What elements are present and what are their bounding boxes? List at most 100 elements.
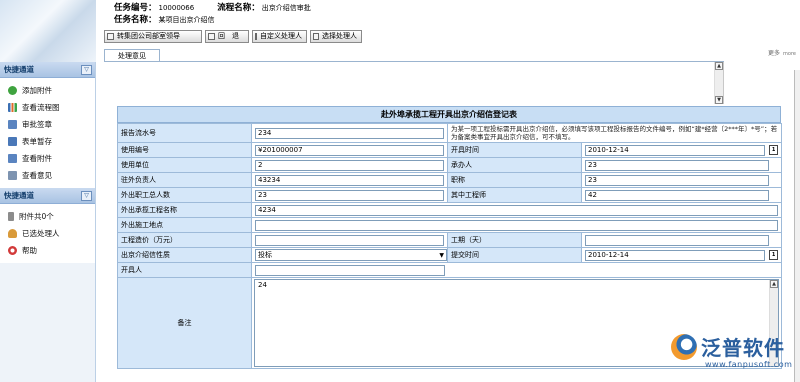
collapse-chevron-icon[interactable]: ▽ [81,190,92,201]
nav-item-add-attachment[interactable]: 添加附件 [0,82,95,99]
brand-logo-icon [671,334,697,360]
more-link[interactable]: 更多 more [768,48,796,57]
custom-handler-button[interactable]: 自定义处理人 [252,30,307,43]
task-no-value: 10000066 [158,4,195,12]
flow-name-value: 出京介绍信审批 [261,4,311,12]
use-no-input[interactable]: ¥201000007 [255,144,444,156]
nav-item-label: 附件共0个 [19,212,54,221]
report-no-label: 报告流水号 [117,123,252,143]
add-attachment-icon [8,86,17,95]
watermark: 泛普软件 www.fanpusoft.com [665,326,800,382]
nav-item-label: 查看意见 [22,171,52,180]
nav-item-label: 审批签章 [22,120,52,129]
quick-access-list-2: 附件共0个 已选处理人 帮助 [0,204,95,263]
project-cost-label: 工程造价（万元） [117,232,252,248]
opinion-scrollbar[interactable]: ▲ ▼ [714,62,723,104]
nav-item-selected-handlers[interactable]: 已选处理人 [0,225,95,242]
issuer-input[interactable] [255,264,445,276]
nav-item-help[interactable]: 帮助 [0,242,95,259]
nav-item-label: 已选处理人 [22,229,60,238]
task-info: 任务编号： 10000066 流程名称： 出京介绍信审批 任务名称： 某项目出京介绍信 [114,2,311,26]
handler-input[interactable]: 23 [585,159,769,171]
resident-lead-input[interactable]: 43234 [255,174,444,186]
calendar-icon[interactable]: 1 [769,145,778,155]
letter-nature-select[interactable]: 投标 ▼ [255,249,447,261]
scroll-down-icon[interactable]: ▼ [715,96,723,104]
custom-handler-label: 自定义处理人 [260,32,302,40]
title-input[interactable]: 23 [585,174,769,186]
nav-item-view-opinions[interactable]: 查看意见 [0,167,95,184]
help-icon [8,246,17,255]
construction-site-label: 外出施工地点 [117,217,252,233]
letter-nature-value: 投标 [258,251,272,259]
letter-nature-label: 出京介绍信性质 [117,247,252,263]
duration-input[interactable] [585,234,769,246]
task-name-label: 任务名称： [114,15,157,25]
nav-item-view-attachments[interactable]: 查看附件 [0,150,95,167]
calendar-icon[interactable]: 1 [769,250,778,260]
quick-access-title-2: 快捷通道 [4,191,34,200]
custom-handler-icon [255,33,257,40]
task-no-label: 任务编号： [114,3,157,13]
forward-to-leader-button[interactable]: 转集团公司部室领导 [104,30,202,43]
brand-url: www.fanpusoft.com [705,360,793,369]
handler-label: 承办人 [447,157,582,173]
issuer-label: 开具人 [117,262,252,278]
opinion-textarea[interactable]: ▲ ▼ [104,62,724,104]
nav-item-label: 表单暂存 [22,137,52,146]
nav-item-label: 添加附件 [22,86,52,95]
more-label: 更多 [768,50,781,57]
project-name-input[interactable]: 4234 [255,204,778,216]
staff-count-label: 外出职工总人数 [117,187,252,203]
construction-site-input[interactable] [255,219,778,231]
report-no-input[interactable]: 234 [255,127,444,139]
project-name-label: 外出承揽工程名称 [117,202,252,218]
resident-lead-label: 驻外负责人 [117,172,252,188]
nav-item-view-flowchart[interactable]: 查看流程图 [0,99,95,116]
submit-time-input[interactable]: 2010-12-14 [585,249,766,261]
brand-name: 泛普软件 [701,336,785,360]
app-logo [0,0,96,62]
remark-label: 备注 [117,277,252,369]
start-time-input[interactable]: 2010-12-14 [585,144,766,156]
forward-label: 转集团公司部室领导 [117,32,180,40]
quick-access-header[interactable]: 快捷通道 ▽ [0,62,95,78]
select-handler-icon [313,33,319,40]
engineers-input[interactable]: 42 [585,189,769,201]
scroll-up-icon[interactable]: ▲ [770,280,778,288]
flow-name-label: 流程名称： [217,3,260,13]
task-name-value: 某项目出京介绍信 [158,16,215,24]
action-toolbar: 转集团公司部室领导 回 退 自定义处理人 选择处理人 [104,30,362,44]
use-no-label: 使用编号 [117,142,252,158]
select-handler-button[interactable]: 选择处理人 [310,30,362,43]
save-icon [8,137,17,146]
nav-item-approval-seal[interactable]: 审批签章 [0,116,95,133]
project-cost-input[interactable] [255,234,444,246]
more-key: more [783,51,796,57]
nav-item-label: 查看附件 [22,154,52,163]
form-title: 赴外埠承揽工程开具出京介绍信登记表 [117,106,781,123]
return-icon [208,33,215,40]
remark-value: 24 [258,281,267,289]
quick-access-list: 添加附件 查看流程图 审批签章 表单暂存 查看附件 查看意见 [0,78,95,188]
use-unit-input[interactable]: 2 [255,159,444,171]
nav-item-label: 查看流程图 [22,103,60,112]
quick-access-header-2[interactable]: 快捷通道 ▽ [0,188,95,204]
use-unit-label: 使用单位 [117,157,252,173]
left-nav: 快捷通道 ▽ 添加附件 查看流程图 审批签章 表单暂存 查看附件 查看意见 快捷… [0,62,96,382]
report-no-note: 为某一项工程投标需开具出京介绍信，必须填写该项工程投标报告的文件编号，例如“建*… [451,125,778,141]
collapse-chevron-icon[interactable]: ▽ [81,64,92,75]
return-label: 回 退 [218,32,239,40]
return-button[interactable]: 回 退 [205,30,249,43]
dropdown-arrow-icon[interactable]: ▼ [439,252,444,259]
staff-count-input[interactable]: 23 [255,189,444,201]
nav-item-attachment-count[interactable]: 附件共0个 [0,208,95,225]
flowchart-icon [8,103,17,112]
seal-icon [8,120,17,129]
attachment-icon [8,154,17,163]
nav-item-save-form[interactable]: 表单暂存 [0,133,95,150]
select-handler-label: 选择处理人 [322,32,357,40]
start-time-label: 开具时间 [447,142,582,158]
title-label: 职称 [447,172,582,188]
scroll-up-icon[interactable]: ▲ [715,62,723,70]
